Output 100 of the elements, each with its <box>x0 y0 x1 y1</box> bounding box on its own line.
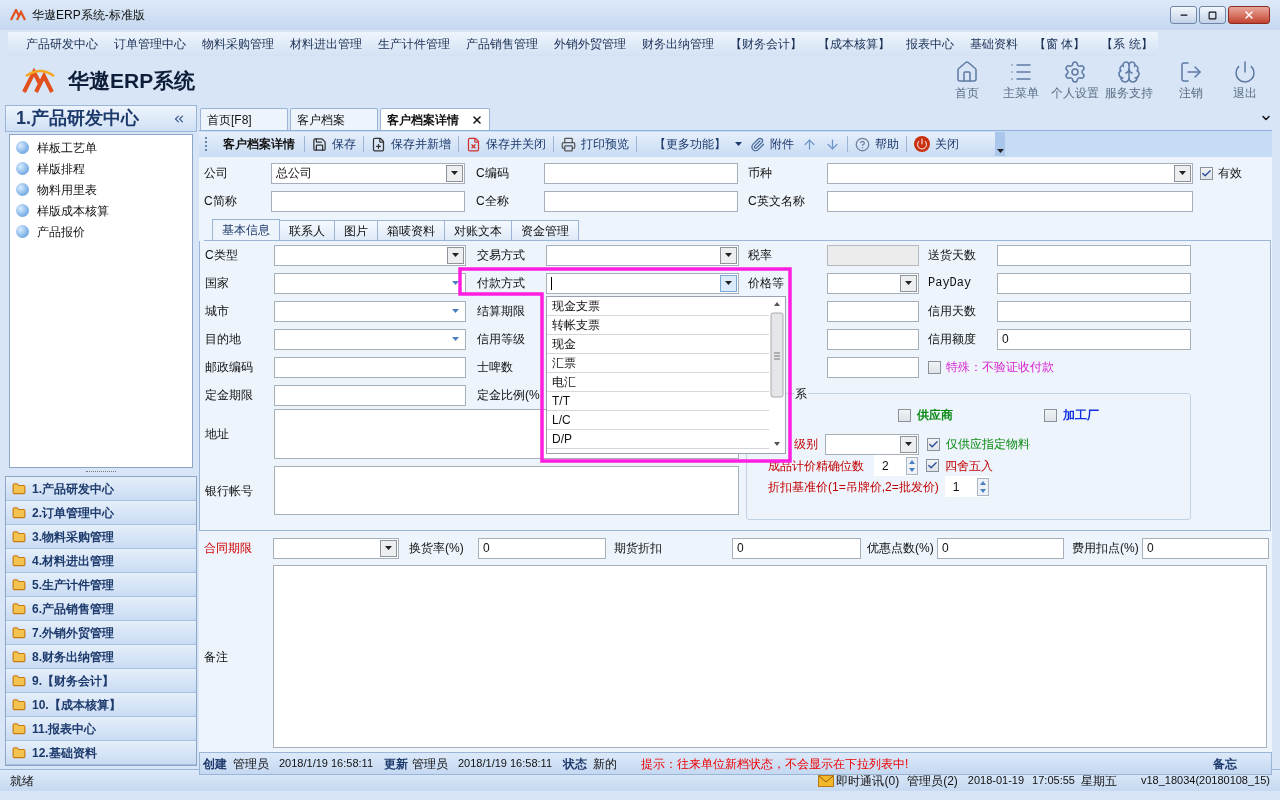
quick-action-button[interactable]: 个人设置 <box>1050 60 1100 102</box>
text-field[interactable] <box>274 356 466 378</box>
dropdown-option[interactable]: L/C <box>547 410 769 430</box>
module-item[interactable]: 2.订单管理中心 <box>6 501 196 525</box>
quick-action-button[interactable]: 主菜单 <box>996 60 1046 102</box>
checkbox[interactable] <box>1200 166 1213 180</box>
text-field[interactable] <box>997 272 1191 294</box>
quick-action-button[interactable]: 注销 <box>1166 60 1216 102</box>
menu-item[interactable]: 基础资料 <box>970 34 1018 53</box>
module-item[interactable]: 12.基础资料 <box>6 741 196 765</box>
module-item[interactable]: 3.物料采购管理 <box>6 525 196 549</box>
text-field[interactable] <box>997 300 1191 322</box>
minimize-button[interactable] <box>1170 6 1197 24</box>
module-item[interactable]: 5.生产计件管理 <box>6 573 196 597</box>
text-field[interactable]: 0 <box>997 328 1191 350</box>
module-item[interactable]: 8.财务出纳管理 <box>6 645 196 669</box>
sidebar-item[interactable]: 样板工艺单 <box>10 137 192 158</box>
module-item[interactable]: 9.【财务会计】 <box>6 669 196 693</box>
remarks-field[interactable] <box>273 565 1267 748</box>
combo-field[interactable] <box>274 300 466 322</box>
text-field[interactable]: 0 <box>1142 537 1269 559</box>
module-item[interactable]: 7.外销外贸管理 <box>6 621 196 645</box>
quick-action-button[interactable]: 首页 <box>942 60 992 102</box>
section-tab[interactable]: 资金管理 <box>511 220 579 240</box>
dropdown-option[interactable]: 电汇 <box>547 372 769 392</box>
menu-item[interactable]: 生产计件管理 <box>378 34 450 53</box>
checkbox[interactable] <box>926 459 939 472</box>
toolbar-button[interactable]: 打印预览 <box>557 134 633 154</box>
number-spinner[interactable]: 2 <box>874 455 918 476</box>
text-field[interactable] <box>827 328 919 350</box>
toolbar-button[interactable]: 附件 <box>746 134 798 154</box>
quick-action-button[interactable]: 退出 <box>1220 60 1270 102</box>
text-field[interactable] <box>997 244 1191 266</box>
module-item[interactable]: 4.材料进出管理 <box>6 549 196 573</box>
dropdown-option[interactable]: T/T <box>547 391 769 411</box>
toolbar-button[interactable]: 保存 <box>308 134 360 154</box>
menu-item[interactable]: 【系 统】 <box>1101 34 1153 53</box>
toolbar-button[interactable]: 帮助 <box>851 134 903 154</box>
menu-item[interactable]: 【成本核算】 <box>818 34 890 53</box>
checkbox[interactable] <box>927 437 940 451</box>
dropdown-option[interactable]: 转帐支票 <box>547 315 769 335</box>
menu-item[interactable]: 订单管理中心 <box>114 34 186 53</box>
text-field[interactable]: 0 <box>937 537 1064 559</box>
text-field[interactable] <box>827 300 919 322</box>
close-button[interactable] <box>1228 6 1270 24</box>
sidebar-item[interactable]: 样版成本核算 <box>10 200 192 221</box>
checkbox[interactable] <box>1044 408 1057 422</box>
text-field[interactable] <box>271 190 465 212</box>
module-item[interactable]: 11.报表中心 <box>6 717 196 741</box>
text-field[interactable] <box>827 356 919 378</box>
sidebar-item[interactable]: 样版排程 <box>10 158 192 179</box>
toolbar-button[interactable]: 【更多功能】 <box>650 134 746 154</box>
dropdown-button[interactable] <box>446 164 463 182</box>
document-tab[interactable]: 客户档案详情 <box>380 108 490 130</box>
menu-item[interactable]: 产品研发中心 <box>26 34 98 53</box>
dropdown-option[interactable]: 现金 <box>547 334 769 354</box>
dropdown-button[interactable] <box>380 539 397 557</box>
document-tab[interactable]: 客户档案 <box>290 108 378 130</box>
menu-item[interactable]: 物料采购管理 <box>202 34 274 53</box>
toolbar-button[interactable]: 保存并新增 <box>367 134 455 154</box>
checkbox[interactable] <box>898 408 911 422</box>
menu-item[interactable]: 产品销售管理 <box>466 34 538 53</box>
dropdown-button[interactable] <box>720 246 737 264</box>
section-tab[interactable]: 箱唛资料 <box>377 220 445 240</box>
menu-item[interactable]: 【财务会计】 <box>730 34 802 53</box>
number-spinner[interactable]: 1 <box>944 476 989 497</box>
dropdown-option[interactable]: D/P <box>547 429 769 449</box>
section-tab[interactable]: 联系人 <box>279 220 335 240</box>
restore-button[interactable] <box>1199 6 1226 24</box>
toolbar-button[interactable]: 关闭 <box>910 134 963 154</box>
select-field[interactable] <box>274 244 466 266</box>
section-tab[interactable]: 对账文本 <box>444 220 512 240</box>
combo-field[interactable] <box>274 272 466 294</box>
sidebar-item[interactable]: 产品报价 <box>10 221 192 242</box>
text-field[interactable] <box>544 162 738 184</box>
bank-account-field[interactable] <box>274 466 739 515</box>
module-item[interactable]: 6.产品销售管理 <box>6 597 196 621</box>
menu-item[interactable]: 材料进出管理 <box>290 34 362 53</box>
menu-item[interactable]: 财务出纳管理 <box>642 34 714 53</box>
module-item[interactable]: 1.产品研发中心 <box>6 477 196 501</box>
menu-item[interactable]: 报表中心 <box>906 34 954 53</box>
toolbar-button[interactable]: 保存并关闭 <box>462 134 550 154</box>
select-field[interactable]: 总公司 <box>271 162 465 184</box>
select-field[interactable] <box>546 244 739 266</box>
module-item[interactable]: 10.【成本核算】 <box>6 693 196 717</box>
dropdown-button[interactable] <box>900 435 917 453</box>
select-field[interactable] <box>827 272 919 294</box>
text-field[interactable] <box>827 190 1193 212</box>
select-field[interactable] <box>827 162 1193 184</box>
sidebar-item[interactable]: 物料用里表 <box>10 179 192 200</box>
checkbox[interactable] <box>928 360 941 374</box>
combo-field[interactable] <box>274 328 466 350</box>
section-tab[interactable]: 图片 <box>334 220 378 240</box>
menu-item[interactable]: 外销外贸管理 <box>554 34 626 53</box>
section-tab[interactable]: 基本信息 <box>212 219 280 240</box>
messenger-link[interactable]: 即时通讯(0) <box>836 771 900 790</box>
document-tab[interactable]: 首页[F8] <box>200 108 288 130</box>
select-field[interactable] <box>546 272 739 294</box>
quick-action-button[interactable]: 服务支持 <box>1104 60 1154 102</box>
dropdown-button[interactable] <box>1174 164 1191 182</box>
